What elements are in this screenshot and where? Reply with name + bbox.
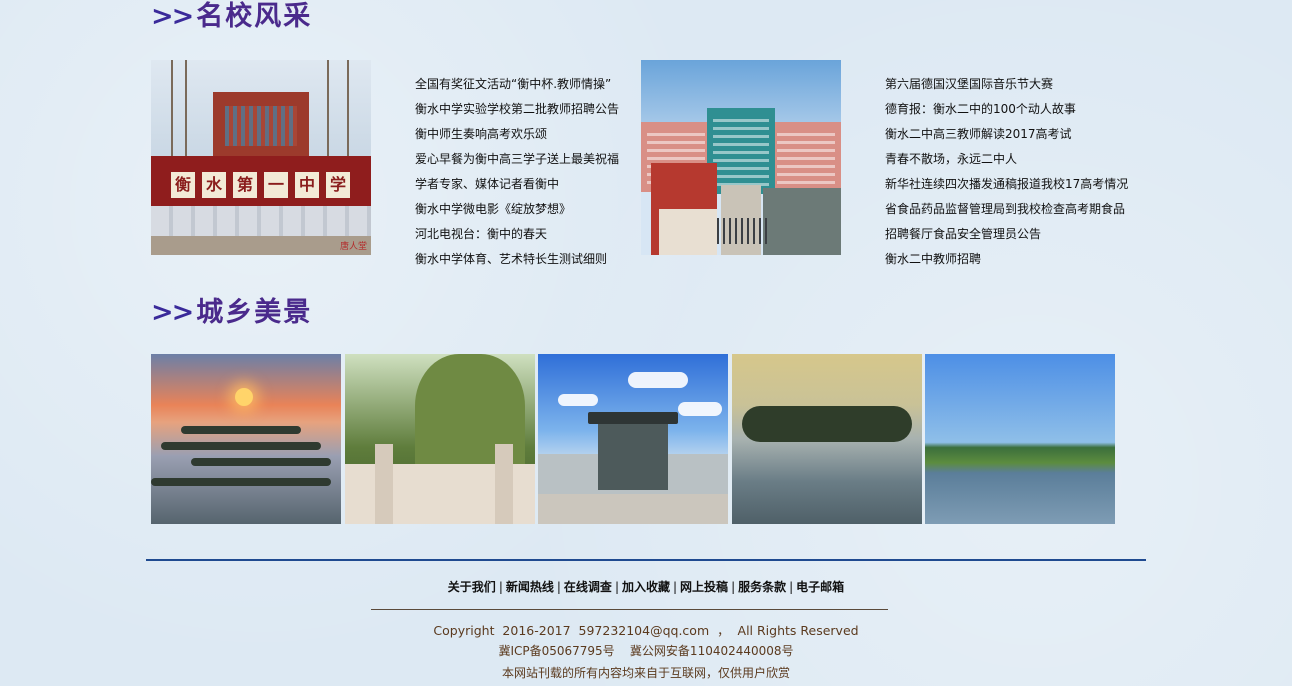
footer-link-hotline[interactable]: 新闻热线 [506,580,554,594]
footer-links: 关于我们 | 新闻热线 | 在线调查 | 加入收藏 | 网上投稿 | 服务条款 | 电子邮箱 [0,578,1292,595]
scenery-photo-lotus-pond[interactable] [925,354,1115,524]
plaque-char: 衡 [171,172,195,198]
cloud [628,372,688,388]
news-link[interactable]: 德育报：衡水二中的100个动人故事 [885,97,1128,122]
school-photo-hengshui-no1[interactable]: 衡 水 第 一 中 学 唐人堂 [151,60,371,255]
link-separator: | [789,580,794,594]
cloud [678,402,722,416]
tree [327,60,329,160]
news-link[interactable]: 全国有奖征文活动“衡中杯.教师情操” [415,72,619,97]
watermark: 唐人堂 [339,242,367,252]
reed-bed [181,426,301,434]
link-separator: | [673,580,678,594]
scenery-photo-lake-trees[interactable] [732,354,922,524]
tree-island [742,406,912,442]
gate-wall [651,163,717,255]
gate-fence [717,218,767,244]
link-separator: | [556,580,561,594]
plaque-char: 水 [202,172,226,198]
news-link[interactable]: 衡中师生奏响高考欢乐颂 [415,122,619,147]
tree [185,60,187,160]
reed-bed [191,458,331,466]
plaque-char: 中 [295,172,319,198]
school-photo-hengshui-no2[interactable] [641,60,841,255]
copyright-text: Copyright 2016-2017 597232104@qq.com ， A… [433,623,859,638]
reed-bed [161,442,321,450]
news-link[interactable]: 第六届德国汉堡国际音乐节大赛 [885,72,1128,97]
news-link[interactable]: 衡水二中高三教师解读2017高考试 [885,122,1128,147]
sun [235,388,253,406]
news-link[interactable]: 青春不散场，永远二中人 [885,147,1128,172]
link-separator: | [731,580,736,594]
news-link[interactable]: 衡水中学实验学校第二批教师招聘公告 [415,97,619,122]
footer-thin-divider [371,609,888,610]
tree [171,60,173,160]
cloud [558,394,598,406]
news-link[interactable]: 招聘餐厅食品安全管理员公告 [885,222,1128,247]
news-list-left: 全国有奖征文活动“衡中杯.教师情操” 衡水中学实验学校第二批教师招聘公告 衡中师… [415,72,619,272]
news-link[interactable]: 爱心早餐为衡中高三学子送上最美祝福 [415,147,619,172]
link-separator: | [498,580,503,594]
school-building [213,92,309,162]
plaque-char: 学 [326,172,350,198]
link-separator: | [614,580,619,594]
heading-text: 名校风采 [196,1,313,32]
bridge-post [495,444,513,524]
news-link[interactable]: 衡水中学体育、艺术特长生测试细则 [415,247,619,272]
news-link[interactable]: 新华社连续四次播发通稿报道我校17高考情况 [885,172,1128,197]
scenery-photo-gate[interactable] [538,354,728,524]
scenery-photo-willow-bridge[interactable] [345,354,535,524]
footer-link-bookmark[interactable]: 加入收藏 [622,580,670,594]
scenery-section-heading: >> 城乡美景 [151,290,312,329]
footer-link-survey[interactable]: 在线调查 [564,580,612,594]
plaque-char: 一 [264,172,288,198]
heading-text: 城乡美景 [196,297,313,328]
bridge-post [375,444,393,524]
scenery-photo-sunset-lake[interactable] [151,354,341,524]
footer-link-about[interactable]: 关于我们 [448,580,496,594]
plaque-char: 第 [233,172,257,198]
icp-record-text: 冀ICP备05067795号 冀公网安备110402440008号 [498,644,794,658]
school-building-right [771,122,841,192]
news-link[interactable]: 省食品药品监督管理局到我校检查高考期食品 [885,197,1128,222]
ground [151,236,371,255]
gate-roof [588,412,678,424]
news-link[interactable]: 学者专家、媒体记者看衡中 [415,172,619,197]
news-link[interactable]: 衡水中学微电影《绽放梦想》 [415,197,619,222]
building-windows [225,106,297,146]
school-section-heading: >> 名校风采 [151,0,312,33]
footer-link-submit[interactable]: 网上投稿 [680,580,728,594]
traditional-gate [598,418,668,490]
heading-arrows: >> [151,1,194,32]
news-list-right: 第六届德国汉堡国际音乐节大赛 德育报：衡水二中的100个动人故事 衡水二中高三教… [885,72,1128,272]
news-link[interactable]: 衡水二中教师招聘 [885,247,1128,272]
heading-arrows: >> [151,297,194,328]
reed-bed [151,478,331,486]
school-building-center [707,108,775,194]
footer-link-terms[interactable]: 服务条款 [738,580,786,594]
content-notice-text: 本网站刊载的所有内容均来自于互联网，仅供用户欣赏 [501,666,790,680]
footer-link-email[interactable]: 电子邮箱 [796,580,844,594]
footer-divider [146,559,1146,561]
gate-wall-face [659,209,717,255]
gate-sign-wall [763,188,841,255]
tree [347,60,349,160]
news-link[interactable]: 河北电视台：衡中的春天 [415,222,619,247]
sandbags [151,206,371,236]
plaza [538,494,728,524]
